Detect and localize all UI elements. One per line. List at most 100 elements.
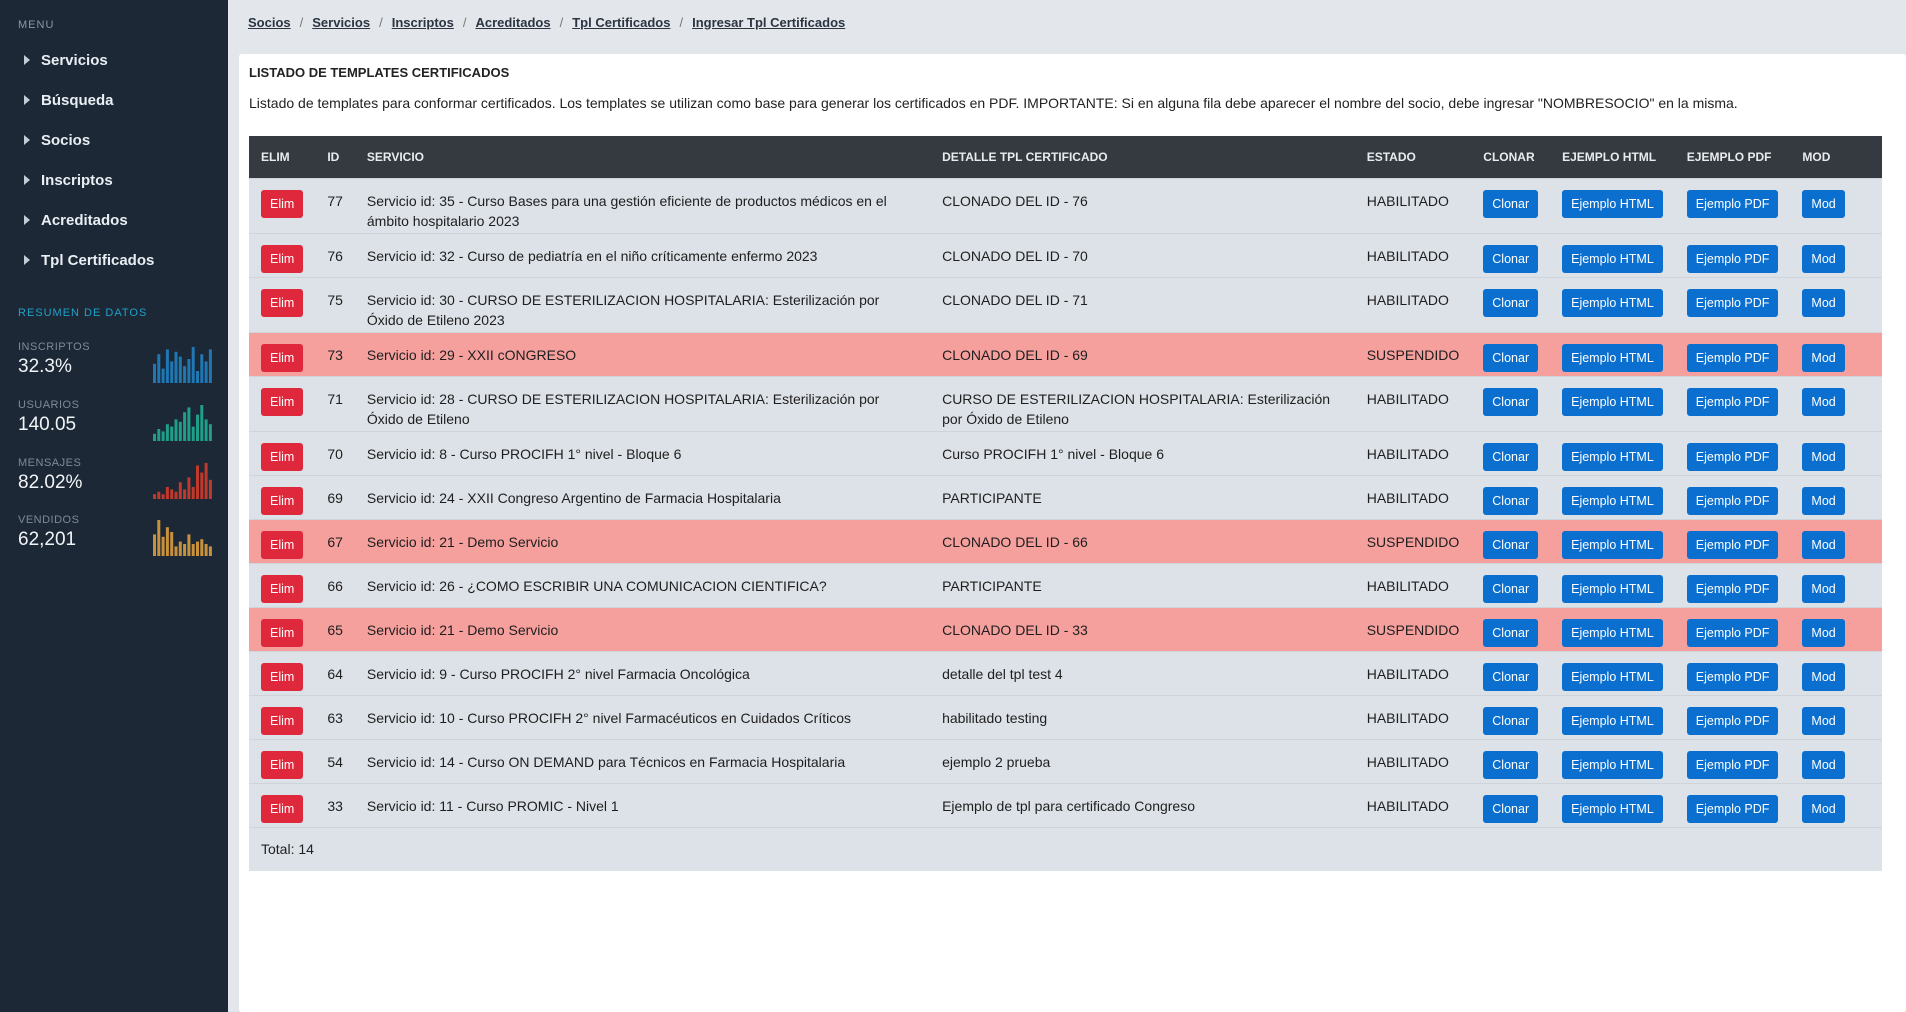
example-pdf-button[interactable]: Ejemplo PDF bbox=[1686, 486, 1779, 515]
example-html-button[interactable]: Ejemplo HTML bbox=[1562, 618, 1663, 647]
sparkline-bar bbox=[208, 424, 212, 441]
sparkline-bar bbox=[165, 424, 169, 441]
example-html-button[interactable]: Ejemplo HTML bbox=[1562, 706, 1663, 735]
table-row: Elim 73 Servicio id: 29 - XXII cONGRESO CLO… bbox=[249, 331, 1882, 376]
sidebar-item-socios[interactable]: Socios bbox=[0, 120, 228, 160]
example-pdf-button[interactable]: Ejemplo PDF bbox=[1686, 662, 1779, 691]
modify-button[interactable]: Mod bbox=[1802, 442, 1845, 471]
example-html-button[interactable]: Ejemplo HTML bbox=[1562, 794, 1663, 823]
breadcrumb-link[interactable]: Ingresar Tpl Certificados bbox=[692, 15, 845, 30]
delete-button[interactable]: Elim bbox=[261, 530, 304, 559]
example-html-button[interactable]: Ejemplo HTML bbox=[1562, 662, 1663, 691]
modify-button[interactable]: Mod bbox=[1802, 486, 1845, 515]
delete-button[interactable]: Elim bbox=[261, 189, 304, 218]
sparkline-bar bbox=[183, 412, 187, 441]
example-pdf-button[interactable]: Ejemplo PDF bbox=[1686, 387, 1779, 416]
table-row: Elim 33 Servicio id: 11 - Curso PROMIC - N… bbox=[249, 782, 1882, 827]
modify-button[interactable]: Mod bbox=[1802, 387, 1845, 416]
example-html-button[interactable]: Ejemplo HTML bbox=[1562, 574, 1663, 603]
delete-button[interactable]: Elim bbox=[261, 442, 304, 471]
sidebar-item-servicios[interactable]: Servicios bbox=[0, 40, 228, 80]
breadcrumb-link[interactable]: Tpl Certificados bbox=[572, 15, 670, 30]
clone-button[interactable]: Clonar bbox=[1483, 486, 1539, 515]
delete-button[interactable]: Elim bbox=[261, 486, 304, 515]
clone-button[interactable]: Clonar bbox=[1483, 618, 1539, 647]
example-pdf-button[interactable]: Ejemplo PDF bbox=[1686, 794, 1779, 823]
sparkline-chart bbox=[153, 347, 212, 383]
example-pdf-button[interactable]: Ejemplo PDF bbox=[1686, 706, 1779, 735]
example-html-button[interactable]: Ejemplo HTML bbox=[1562, 486, 1663, 515]
example-pdf-button[interactable]: Ejemplo PDF bbox=[1686, 442, 1779, 471]
clone-button[interactable]: Clonar bbox=[1483, 288, 1539, 317]
breadcrumb-link[interactable]: Servicios bbox=[312, 15, 370, 30]
modify-button[interactable]: Mod bbox=[1802, 530, 1845, 559]
example-pdf-button[interactable]: Ejemplo PDF bbox=[1686, 288, 1779, 317]
clone-button[interactable]: Clonar bbox=[1483, 530, 1539, 559]
modify-button[interactable]: Mod bbox=[1802, 574, 1845, 603]
clone-button[interactable]: Clonar bbox=[1483, 244, 1539, 273]
delete-button[interactable]: Elim bbox=[261, 750, 304, 779]
sidebar-item-tpl-certificados[interactable]: Tpl Certificados bbox=[0, 240, 228, 280]
clone-button[interactable]: Clonar bbox=[1483, 750, 1539, 779]
column-header: ID bbox=[315, 136, 355, 178]
sparkline-bar bbox=[191, 544, 195, 556]
modify-button[interactable]: Mod bbox=[1802, 189, 1845, 218]
modify-button[interactable]: Mod bbox=[1802, 244, 1845, 273]
example-pdf-button[interactable]: Ejemplo PDF bbox=[1686, 574, 1779, 603]
row-servicio: Servicio id: 14 - Curso ON DEMAND para T… bbox=[366, 753, 846, 770]
clone-button[interactable]: Clonar bbox=[1483, 574, 1539, 603]
clone-button[interactable]: Clonar bbox=[1483, 189, 1539, 218]
breadcrumb-separator: / bbox=[559, 14, 564, 30]
modify-button[interactable]: Mod bbox=[1802, 288, 1845, 317]
modify-button[interactable]: Mod bbox=[1802, 343, 1845, 372]
sidebar-item-acreditados[interactable]: Acreditados bbox=[0, 200, 228, 240]
clone-button[interactable]: Clonar bbox=[1483, 662, 1539, 691]
modify-button[interactable]: Mod bbox=[1802, 794, 1845, 823]
delete-button[interactable]: Elim bbox=[261, 387, 304, 416]
example-pdf-button[interactable]: Ejemplo PDF bbox=[1686, 244, 1779, 273]
row-servicio: Servicio id: 21 - Demo Servicio bbox=[366, 533, 559, 550]
example-pdf-button[interactable]: Ejemplo PDF bbox=[1686, 618, 1779, 647]
clone-button[interactable]: Clonar bbox=[1483, 343, 1539, 372]
example-pdf-button[interactable]: Ejemplo PDF bbox=[1686, 343, 1779, 372]
delete-button[interactable]: Elim bbox=[261, 794, 304, 823]
row-id: 76 bbox=[327, 247, 343, 264]
sparkline-bar bbox=[208, 479, 212, 499]
sidebar-item-inscriptos[interactable]: Inscriptos bbox=[0, 160, 228, 200]
delete-button[interactable]: Elim bbox=[261, 343, 304, 372]
modify-button[interactable]: Mod bbox=[1802, 618, 1845, 647]
example-pdf-button[interactable]: Ejemplo PDF bbox=[1686, 530, 1779, 559]
breadcrumb-link[interactable]: Acreditados bbox=[475, 15, 550, 30]
modify-button[interactable]: Mod bbox=[1802, 750, 1845, 779]
example-html-button[interactable]: Ejemplo HTML bbox=[1562, 750, 1663, 779]
delete-button[interactable]: Elim bbox=[261, 618, 304, 647]
delete-button[interactable]: Elim bbox=[261, 706, 304, 735]
example-html-button[interactable]: Ejemplo HTML bbox=[1562, 244, 1663, 273]
clone-button[interactable]: Clonar bbox=[1483, 706, 1539, 735]
example-html-button[interactable]: Ejemplo HTML bbox=[1562, 387, 1663, 416]
row-servicio: Servicio id: 24 - XXII Congreso Argentin… bbox=[366, 489, 781, 506]
table-row: Elim 67 Servicio id: 21 - Demo Servicio CLO… bbox=[249, 518, 1882, 563]
clone-button[interactable]: Clonar bbox=[1483, 794, 1539, 823]
sparkline-bar bbox=[204, 544, 208, 556]
sparkline-bar bbox=[153, 363, 156, 383]
delete-button[interactable]: Elim bbox=[261, 244, 304, 273]
delete-button[interactable]: Elim bbox=[261, 662, 304, 691]
breadcrumb-link[interactable]: Inscriptos bbox=[392, 15, 454, 30]
clone-button[interactable]: Clonar bbox=[1483, 442, 1539, 471]
breadcrumb-link[interactable]: Socios bbox=[248, 15, 291, 30]
example-html-button[interactable]: Ejemplo HTML bbox=[1562, 288, 1663, 317]
clone-button[interactable]: Clonar bbox=[1483, 387, 1539, 416]
example-html-button[interactable]: Ejemplo HTML bbox=[1562, 189, 1663, 218]
delete-button[interactable]: Elim bbox=[261, 288, 304, 317]
delete-button[interactable]: Elim bbox=[261, 574, 304, 603]
modify-button[interactable]: Mod bbox=[1802, 662, 1845, 691]
example-html-button[interactable]: Ejemplo HTML bbox=[1562, 343, 1663, 372]
example-html-button[interactable]: Ejemplo HTML bbox=[1562, 530, 1663, 559]
sidebar-item-busqueda[interactable]: Búsqueda bbox=[0, 80, 228, 120]
example-pdf-button[interactable]: Ejemplo PDF bbox=[1686, 750, 1779, 779]
example-pdf-button[interactable]: Ejemplo PDF bbox=[1686, 189, 1779, 218]
modify-button[interactable]: Mod bbox=[1802, 706, 1845, 735]
example-html-button[interactable]: Ejemplo HTML bbox=[1562, 442, 1663, 471]
row-estado: HABILITADO bbox=[1366, 797, 1449, 814]
